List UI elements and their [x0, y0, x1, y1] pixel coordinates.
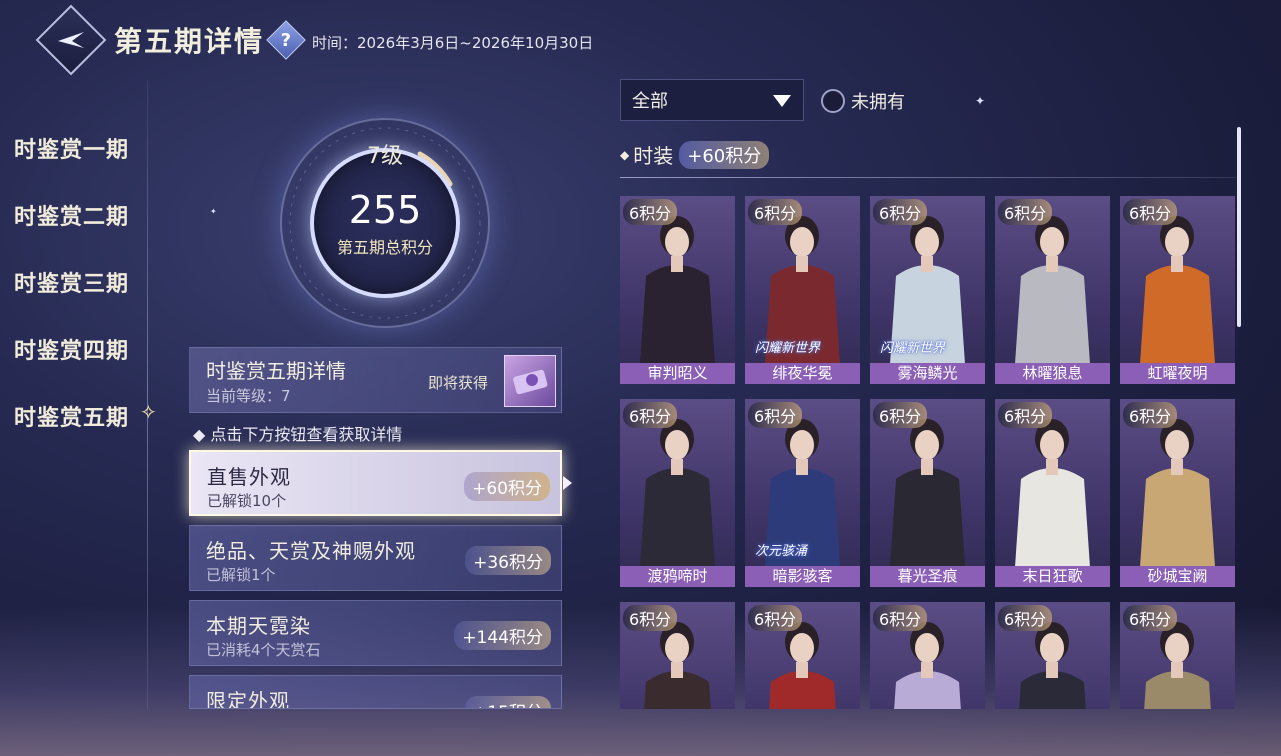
category-sub: 已解锁10个 [207, 492, 287, 510]
outfit-card[interactable]: 6积分闪耀新世界绯夜华冕 [745, 196, 860, 384]
question-mark-icon: ? [280, 29, 292, 51]
filter-dropdown[interactable]: 全部 [620, 79, 804, 121]
category-sub: 已消耗4个天赏石 [206, 641, 321, 659]
outfit-points-badge: 6积分 [998, 402, 1053, 428]
category-points: +144积分 [454, 621, 551, 650]
section-title: 时装 [633, 144, 674, 168]
outfit-card[interactable]: 6积分暮光圣痕 [870, 399, 985, 587]
page-header: 第五期详情 ? 时间：2026年3月6日~2026年10月30日 [35, 4, 594, 76]
total-score: 255 [348, 188, 422, 232]
outfit-grid: 6积分 审判昭义 6积分 闪耀新世界 绯夜华冕 6积分 闪耀新世界 雾海鳞光 6积分 林曜狼息 6积… [620, 196, 1237, 709]
outfit-card[interactable]: 6积分虹曜夜明 [1120, 196, 1235, 384]
unowned-label: 未拥有 [851, 92, 905, 113]
category-title: 直售外观 [207, 465, 291, 489]
category-dye[interactable]: 本期天霓染 已消耗4个天赏石 +144积分 [189, 600, 562, 666]
outfit-name: 林曜狼息 [995, 363, 1110, 384]
outfit-points-badge: 6积分 [1123, 605, 1178, 631]
outfit-card[interactable]: 6积分 [1120, 602, 1235, 709]
outfit-points-badge: 6积分 [623, 199, 678, 225]
outfit-series-tag: 次元骇涌 [755, 544, 808, 559]
outfit-card[interactable]: 6积分次元骇涌暗影骇客 [745, 399, 860, 587]
upcoming-label: 即将获得 [428, 374, 489, 392]
hint-text: ◆ 点击下方按钮查看获取详情 [193, 425, 403, 444]
page-title: 第五期详情 [114, 25, 265, 58]
outfit-card[interactable]: 6积分砂城宝阙 [1120, 399, 1235, 587]
outfit-points-badge: 6积分 [873, 605, 928, 631]
category-title: 绝品、天赏及神赐外观 [206, 539, 416, 563]
unowned-toggle[interactable]: 未拥有 [821, 88, 905, 114]
upcoming-reward-icon[interactable] [504, 355, 556, 407]
outfit-card[interactable]: 6积分末日狂歌 [995, 399, 1110, 587]
nav-item-period-1[interactable]: 时鉴赏一期 [14, 132, 129, 164]
summary-title: 时鉴赏五期详情 [206, 359, 346, 383]
active-star-icon: ✧ [140, 400, 157, 424]
outfit-points-badge: 6积分 [998, 199, 1053, 225]
category-direct-sale[interactable]: 直售外观 已解锁10个 +60积分 [189, 450, 562, 516]
category-title: 限定外观 [206, 689, 290, 709]
outfit-name: 暗影骇客 [745, 566, 860, 587]
outfit-points-badge: 6积分 [623, 605, 678, 631]
active-arrow-icon [563, 476, 572, 490]
back-button[interactable] [35, 4, 107, 76]
date-range: 时间：2026年3月6日~2026年10月30日 [312, 33, 594, 52]
section-points: +60积分 [679, 140, 770, 169]
total-score-label: 第五期总积分 [336, 238, 433, 257]
outfit-card[interactable]: 6积分 [745, 602, 860, 709]
filter-selected: 全部 [632, 91, 668, 112]
scrollbar[interactable] [1237, 127, 1241, 327]
category-points: +36积分 [465, 546, 551, 575]
nav-item-period-3[interactable]: 时鉴赏三期 [14, 266, 129, 298]
category-points: +15积分 [465, 696, 551, 708]
category-limited[interactable]: 限定外观 +15积分 [189, 675, 562, 709]
unowned-radio[interactable] [821, 89, 845, 113]
section-divider [620, 177, 1236, 178]
caret-down-icon [773, 95, 791, 107]
help-button[interactable]: ? [266, 20, 306, 60]
period-summary-card[interactable]: 时鉴赏五期详情 当前等级：7 即将获得 [189, 347, 562, 413]
nav-item-period-5[interactable]: 时鉴赏五期 [14, 400, 129, 432]
outfit-name: 暮光圣痕 [870, 566, 985, 587]
category-title: 本期天霓染 [206, 614, 311, 638]
outfit-points-badge: 6积分 [748, 199, 803, 225]
outfit-points-badge: 6积分 [1123, 199, 1178, 225]
outfit-name: 雾海鳞光 [870, 363, 985, 384]
score-ring: 7级 255 第五期总积分 [280, 118, 490, 328]
diamond-icon: ◆ [620, 147, 630, 162]
outfit-series-tag: 闪耀新世界 [880, 341, 946, 356]
sparkle-icon: ✦ [975, 94, 986, 108]
outfit-name: 末日狂歌 [995, 566, 1110, 587]
outfit-card[interactable]: 6积分 [620, 602, 735, 709]
category-premium[interactable]: 绝品、天赏及神赐外观 已解锁1个 +36积分 [189, 525, 562, 591]
outfit-points-badge: 6积分 [748, 605, 803, 631]
outfit-points-badge: 6积分 [623, 402, 678, 428]
sparkle-icon: ✦ [210, 207, 217, 216]
back-arrow-icon [58, 32, 84, 48]
outfit-name: 砂城宝阙 [1120, 566, 1235, 587]
outfit-name: 绯夜华冕 [745, 363, 860, 384]
outfit-points-badge: 6积分 [748, 402, 803, 428]
nav-divider [147, 80, 148, 710]
outfit-card[interactable]: 6积分闪耀新世界雾海鳞光 [870, 196, 985, 384]
outfit-card[interactable]: 6积分林曜狼息 [995, 196, 1110, 384]
outfit-name: 虹曜夜明 [1120, 363, 1235, 384]
outfit-name: 审判昭义 [620, 363, 735, 384]
outfit-card[interactable]: 6积分审判昭义 [620, 196, 735, 384]
outfit-points-badge: 6积分 [998, 605, 1053, 631]
category-sub: 已解锁1个 [206, 566, 276, 584]
nav-item-period-4[interactable]: 时鉴赏四期 [14, 333, 129, 365]
outfit-card[interactable]: 6积分渡鸦啼时 [620, 399, 735, 587]
outfit-points-badge: 6积分 [873, 402, 928, 428]
outfit-card[interactable]: 6积分 [995, 602, 1110, 709]
outfit-card[interactable]: 6积分 [870, 602, 985, 709]
section-header: ◆ 时装 +60积分 [620, 140, 770, 169]
outfit-points-badge: 6积分 [873, 199, 928, 225]
category-points: +60积分 [464, 472, 550, 501]
outfit-points-badge: 6积分 [1123, 402, 1178, 428]
level-label: 7级 [367, 144, 403, 169]
outfit-name: 渡鸦啼时 [620, 566, 735, 587]
current-level: 当前等级：7 [206, 387, 291, 405]
nav-item-period-2[interactable]: 时鉴赏二期 [14, 199, 129, 231]
outfit-series-tag: 闪耀新世界 [755, 341, 821, 356]
